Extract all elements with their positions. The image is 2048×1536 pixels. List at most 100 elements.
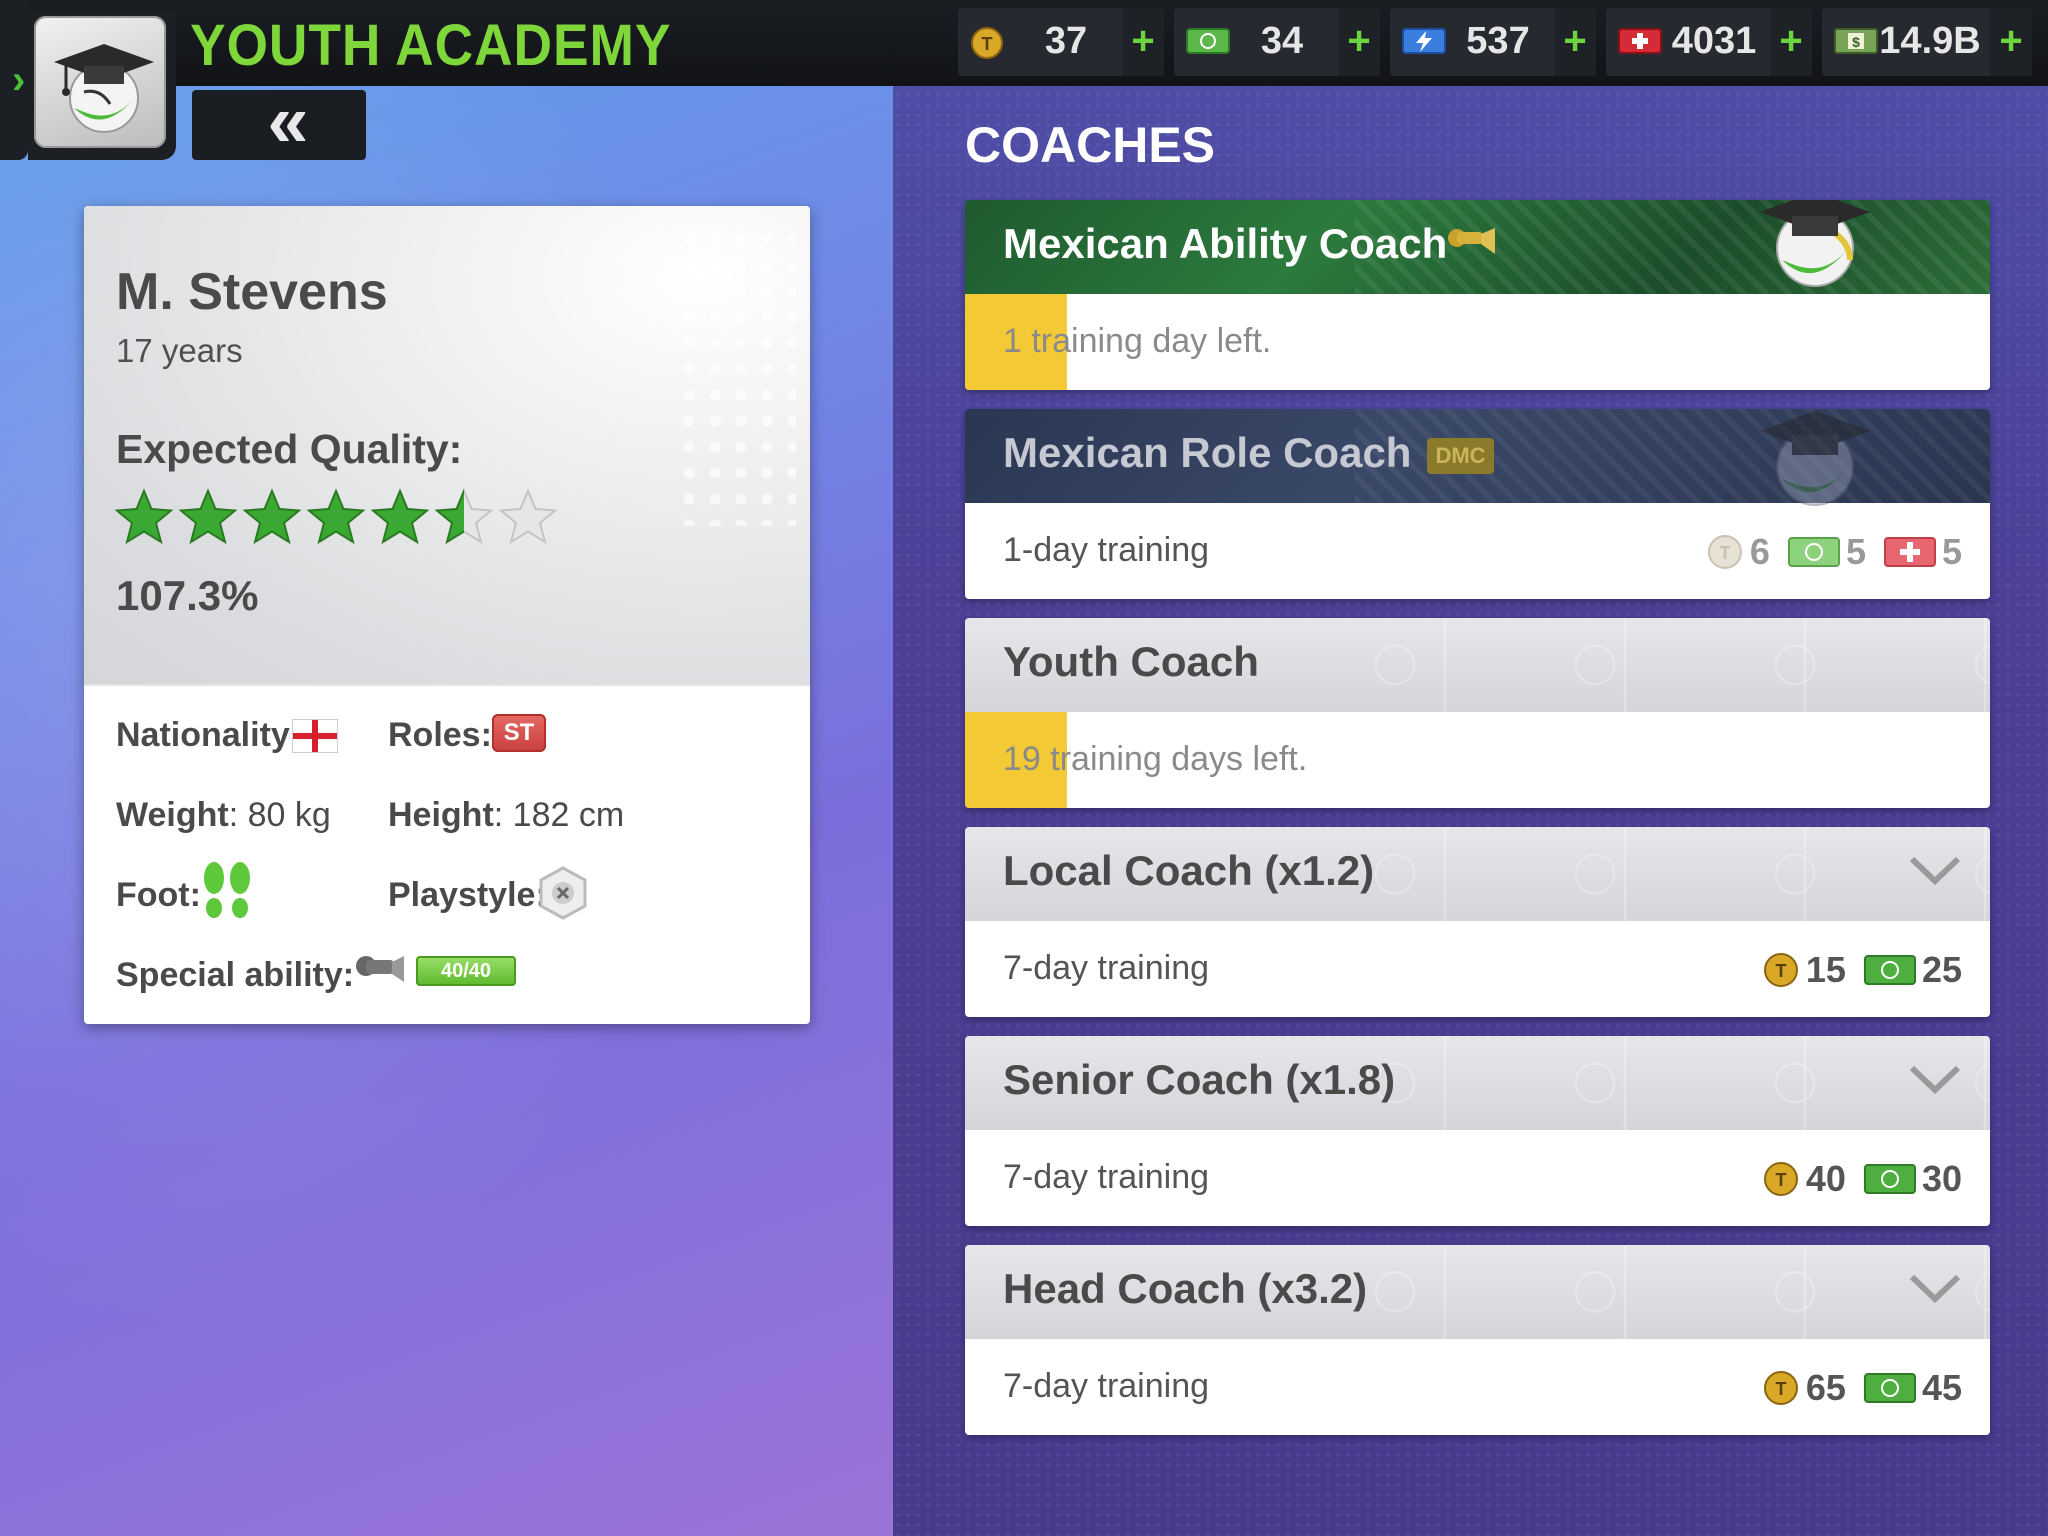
foot-label: Foot: <box>116 876 201 914</box>
weight-row: Weight: 80 kg <box>116 796 331 835</box>
token-coin-icon: T <box>1763 953 1798 987</box>
coach-costs: T 15 25 <box>1744 945 1962 995</box>
player-name: M. Stevens <box>116 263 388 321</box>
chevron-down-icon[interactable] <box>1908 1064 1962 1101</box>
add-money-button[interactable]: + <box>1990 8 2032 76</box>
money-value: 14.9B <box>1879 20 1981 62</box>
token-cost: T 65 <box>1762 1367 1846 1409</box>
star-icon <box>498 488 558 545</box>
resource-medical: 4031 + <box>1606 8 1812 76</box>
add-cash-button[interactable]: + <box>1338 8 1380 76</box>
cash-icon <box>1787 537 1840 567</box>
token-cost: T 15 <box>1762 949 1846 991</box>
playstyle-none-icon[interactable] <box>538 866 588 925</box>
coach-body: 7-day training T 15 25 <box>965 921 1990 1017</box>
coach-title: Youth Coach <box>1003 638 1259 685</box>
both-feet-icon <box>200 860 254 927</box>
svg-text:T: T <box>1775 961 1786 981</box>
coach-title: Head Coach (x3.2) <box>1003 1265 1368 1312</box>
special-ability-bar: 40/40 <box>416 956 516 986</box>
coach-mexican-ability[interactable]: Mexican Ability Coach 1 training day lef… <box>965 200 1990 390</box>
cash-cost-value: 45 <box>1921 1367 1962 1408</box>
graduation-cap-ball-icon <box>1750 409 1880 514</box>
token-cost-value: 65 <box>1805 1367 1846 1408</box>
cash-icon <box>1863 955 1916 985</box>
medical-value: 4031 <box>1671 20 1757 62</box>
graduation-cap-ball-icon <box>34 16 166 148</box>
cash-cost: 45 <box>1863 1367 1962 1409</box>
cash-cost-value: 30 <box>1921 1158 1962 1199</box>
chevron-down-icon[interactable] <box>1908 855 1962 892</box>
player-card: M. Stevens 17 years Expected Quality: 10… <box>84 206 810 1024</box>
add-tokens-button[interactable]: + <box>1122 8 1164 76</box>
coach-title: Senior Coach (x1.8) <box>1003 1056 1396 1103</box>
medical-cost-value: 5 <box>1941 531 1962 572</box>
star-icon <box>434 488 494 545</box>
token-cost-value: 15 <box>1805 949 1846 990</box>
weight-value: : 80 kg <box>228 796 331 834</box>
page-title: YOUTH ACADEMY <box>190 13 672 78</box>
resource-money: $ 14.9B + <box>1822 8 2032 76</box>
cash-icon <box>1863 1373 1916 1403</box>
resource-cash: 34 + <box>1174 8 1380 76</box>
coach-body: 19 training days left. <box>965 712 1990 808</box>
weight-label: Weight <box>116 796 229 834</box>
token-coin-icon: T <box>1763 1162 1798 1196</box>
coach-status-text: 7-day training <box>1003 1158 1210 1196</box>
add-energy-button[interactable]: + <box>1554 8 1596 76</box>
coach-status-text: 19 training days left. <box>1003 740 1308 778</box>
coach-youth[interactable]: Youth Coach 19 training days left. <box>965 618 1990 808</box>
star-icon <box>178 488 238 545</box>
expected-quality-label: Expected Quality: <box>116 426 463 472</box>
cash-value: 34 <box>1260 20 1304 62</box>
token-cost-value: 40 <box>1805 1158 1846 1199</box>
coach-costs: T 40 30 <box>1744 1154 1962 1204</box>
star-icon <box>370 488 430 545</box>
tokens-value: 37 <box>1044 20 1088 62</box>
back-button[interactable]: « <box>192 84 366 160</box>
token-coin-icon: T <box>970 26 1004 65</box>
cash-cost: 30 <box>1863 1158 1962 1200</box>
add-medical-button[interactable]: + <box>1770 8 1812 76</box>
token-cost: T 6 <box>1706 531 1770 573</box>
token-cost: T 40 <box>1762 1158 1846 1200</box>
svg-text:$: $ <box>1852 34 1860 50</box>
coach-body: 7-day training T 65 45 <box>965 1339 1990 1435</box>
stadium-lights-decoration <box>676 226 796 526</box>
whistle-icon <box>354 952 406 993</box>
coach-body: 1-day training T 6 5 5 <box>965 503 1990 599</box>
resource-energy: 537 + <box>1390 8 1596 76</box>
card-divider <box>84 684 810 686</box>
whistle-icon <box>1445 224 1497 265</box>
medical-cost: 5 <box>1883 531 1962 573</box>
roles-label: Roles: <box>388 716 492 754</box>
cash-cost-value: 25 <box>1921 949 1962 990</box>
token-coin-icon: T <box>1707 535 1742 569</box>
playstyle-label: Playstyle: <box>388 876 547 914</box>
star-icon <box>306 488 366 545</box>
star-icon <box>242 488 302 545</box>
cash-cost: 25 <box>1863 949 1962 991</box>
graduation-cap-ball-icon <box>1750 200 1880 295</box>
cash-cost-value: 5 <box>1845 531 1866 572</box>
coach-local[interactable]: Local Coach (x1.2) 7-day training T 15 2… <box>965 827 1990 1017</box>
chevron-down-icon[interactable] <box>1908 1273 1962 1310</box>
coaches-title: COACHES <box>965 117 1216 173</box>
svg-text:T: T <box>1775 1170 1786 1190</box>
coach-head[interactable]: Head Coach (x3.2) 7-day training T 65 45 <box>965 1245 1990 1435</box>
height-value: : 182 cm <box>493 796 625 834</box>
coach-title: Mexican Ability Coach <box>1003 220 1448 267</box>
coach-status-text: 1-day training <box>1003 531 1210 569</box>
role-tag: DMC <box>1427 437 1494 474</box>
coach-senior[interactable]: Senior Coach (x1.8) 7-day training T 40 … <box>965 1036 1990 1226</box>
resource-tokens: T 37 + <box>958 8 1164 76</box>
svg-text:T: T <box>1719 543 1730 563</box>
cash-cost: 5 <box>1787 531 1866 573</box>
coach-title: Mexican Role Coach DMC <box>1003 429 1494 477</box>
coach-costs: T 6 5 5 <box>1688 527 1962 577</box>
side-menu-tab[interactable]: › <box>0 0 28 160</box>
coach-mexican-role[interactable]: Mexican Role Coach DMC 1-day training T 6… <box>965 409 1990 599</box>
height-label: Height <box>388 796 494 834</box>
coach-status-text: 7-day training <box>1003 1367 1210 1405</box>
cash-icon <box>1863 1164 1916 1194</box>
